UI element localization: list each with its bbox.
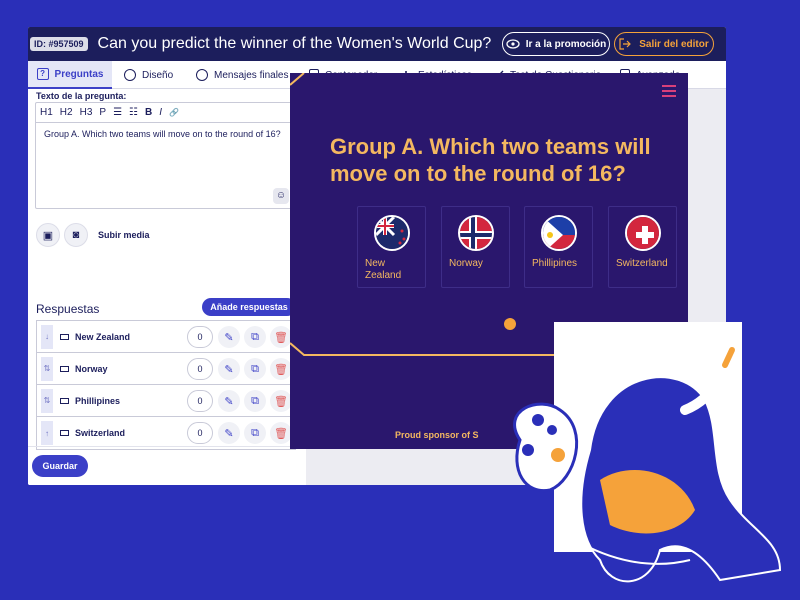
- answer-label[interactable]: Switzerland: [75, 428, 125, 438]
- new-zealand-flag-icon: [374, 215, 410, 251]
- answer-label[interactable]: Norway: [75, 364, 108, 374]
- answer-row: ↓ New Zealand 0 ✎ ⧉ 🗑: [37, 321, 295, 353]
- hamburger-menu-icon[interactable]: [662, 85, 676, 100]
- answer-row: ⇅ Norway 0 ✎ ⧉ 🗑: [37, 353, 295, 385]
- exit-editor-label: Salir del editor: [639, 38, 709, 50]
- copy-icon[interactable]: ⧉: [244, 326, 266, 348]
- palette-icon: [124, 69, 136, 81]
- save-button[interactable]: Guardar: [32, 455, 88, 477]
- answer-label[interactable]: New Zealand: [75, 332, 130, 342]
- philippines-flag-icon: [541, 215, 577, 251]
- tab-label: Diseño: [142, 69, 174, 81]
- italic-button[interactable]: I: [159, 107, 162, 118]
- go-to-promotion-button[interactable]: Ir a la promoción: [502, 32, 610, 56]
- drag-handle-icon[interactable]: ⇅: [41, 356, 53, 381]
- answers-title: Respuestas: [36, 302, 100, 316]
- target-icon: [196, 69, 208, 81]
- h3-button[interactable]: H3: [80, 107, 93, 118]
- go-to-promotion-label: Ir a la promoción: [525, 38, 607, 50]
- score-input[interactable]: 0: [187, 422, 213, 444]
- copy-icon[interactable]: ⧉: [244, 358, 266, 380]
- tab-mensajes-finales[interactable]: Mensajes finales: [196, 61, 288, 89]
- media-upload-row: ▣ ◙ Subir media: [36, 223, 150, 247]
- option-label: New Zealand: [365, 258, 402, 281]
- tab-preguntas[interactable]: ? Preguntas: [28, 61, 112, 89]
- answer-label[interactable]: Phillipines: [75, 396, 120, 406]
- drag-handle-icon[interactable]: ↓: [41, 324, 53, 349]
- eye-icon: [506, 39, 520, 49]
- add-answers-button[interactable]: Añade respuestas: [202, 298, 296, 316]
- drag-handle-icon[interactable]: ⇅: [41, 388, 53, 413]
- edit-pencil-icon[interactable]: ✎: [218, 390, 240, 412]
- copy-icon[interactable]: ⧉: [244, 422, 266, 444]
- tab-label: Mensajes finales: [214, 69, 289, 81]
- paragraph-button[interactable]: P: [99, 107, 106, 118]
- drag-handle-icon[interactable]: ↑: [41, 421, 53, 445]
- tab-label: Preguntas: [54, 68, 104, 80]
- answer-row: ↑ Switzerland 0 ✎ ⧉ 🗑: [37, 417, 295, 449]
- delete-trash-icon[interactable]: 🗑: [270, 422, 292, 444]
- edit-pencil-icon[interactable]: ✎: [218, 422, 240, 444]
- image-icon[interactable]: ▣: [36, 223, 60, 247]
- upload-media-label[interactable]: Subir media: [98, 230, 150, 240]
- edit-pencil-icon[interactable]: ✎: [218, 326, 240, 348]
- editor-toolbar: H1 H2 H3 P ☰ ☷ B I 🔗: [36, 103, 295, 123]
- option-box-icon: [60, 365, 69, 372]
- answers-list: ↓ New Zealand 0 ✎ ⧉ 🗑 ⇅ Norway 0 ✎ ⧉ 🗑 ⇅: [36, 320, 296, 450]
- bold-button[interactable]: B: [145, 107, 152, 118]
- exit-editor-button[interactable]: Salir del editor: [614, 32, 714, 56]
- video-icon[interactable]: ◙: [64, 223, 88, 247]
- norway-flag-icon: [458, 215, 494, 251]
- h2-button[interactable]: H2: [60, 107, 73, 118]
- emoji-icon[interactable]: ☺: [273, 188, 289, 204]
- question-editor[interactable]: H1 H2 H3 P ☰ ☷ B I 🔗 Group A. Which two …: [35, 102, 296, 209]
- option-box-icon: [60, 430, 69, 436]
- score-input[interactable]: 0: [187, 326, 213, 348]
- question-textarea[interactable]: Group A. Which two teams will move on to…: [36, 123, 295, 146]
- id-badge: ID: #957509: [30, 37, 88, 51]
- numbered-list-icon[interactable]: ☷: [129, 107, 138, 118]
- score-input[interactable]: 0: [187, 358, 213, 380]
- questions-panel: Texto de la pregunta: H1 H2 H3 P ☰ ☷ B I…: [28, 89, 306, 485]
- option-card[interactable]: New Zealand: [357, 206, 426, 288]
- sponsor-text: Proud sponsor of S: [395, 430, 479, 440]
- exit-icon: [619, 38, 632, 50]
- tab-diseno[interactable]: Diseño: [124, 61, 173, 89]
- option-card[interactable]: Norway: [441, 206, 510, 288]
- footer-divider: [28, 446, 306, 447]
- score-input[interactable]: 0: [187, 390, 213, 412]
- option-card[interactable]: Phillipines: [524, 206, 593, 288]
- preview-question: Group A. Which two teams will move on to…: [330, 134, 651, 186]
- edit-pencil-icon[interactable]: ✎: [218, 358, 240, 380]
- option-box-icon: [60, 397, 69, 404]
- delete-trash-icon[interactable]: 🗑: [270, 358, 292, 380]
- option-box-icon: [60, 333, 69, 340]
- option-label: Norway: [449, 258, 483, 269]
- h1-button[interactable]: H1: [40, 107, 53, 118]
- question-icon: ?: [36, 68, 49, 80]
- question-text-label: Texto de la pregunta:: [36, 91, 127, 101]
- option-label: Phillipines: [532, 258, 578, 269]
- option-label: Switzerland: [616, 258, 668, 269]
- link-icon[interactable]: 🔗: [169, 108, 179, 117]
- answer-row: ⇅ Phillipines 0 ✎ ⧉ 🗑: [37, 385, 295, 417]
- artist-illustration: [513, 322, 782, 583]
- bullet-list-icon[interactable]: ☰: [113, 107, 122, 118]
- option-card[interactable]: Switzerland: [608, 206, 677, 288]
- switzerland-flag-icon: [625, 215, 661, 251]
- quiz-title[interactable]: Can you predict the winner of the Women'…: [98, 35, 492, 53]
- delete-trash-icon[interactable]: 🗑: [270, 390, 292, 412]
- copy-icon[interactable]: ⧉: [244, 390, 266, 412]
- title-bar: ID: #957509 Can you predict the winner o…: [28, 27, 726, 61]
- delete-trash-icon[interactable]: 🗑: [270, 326, 292, 348]
